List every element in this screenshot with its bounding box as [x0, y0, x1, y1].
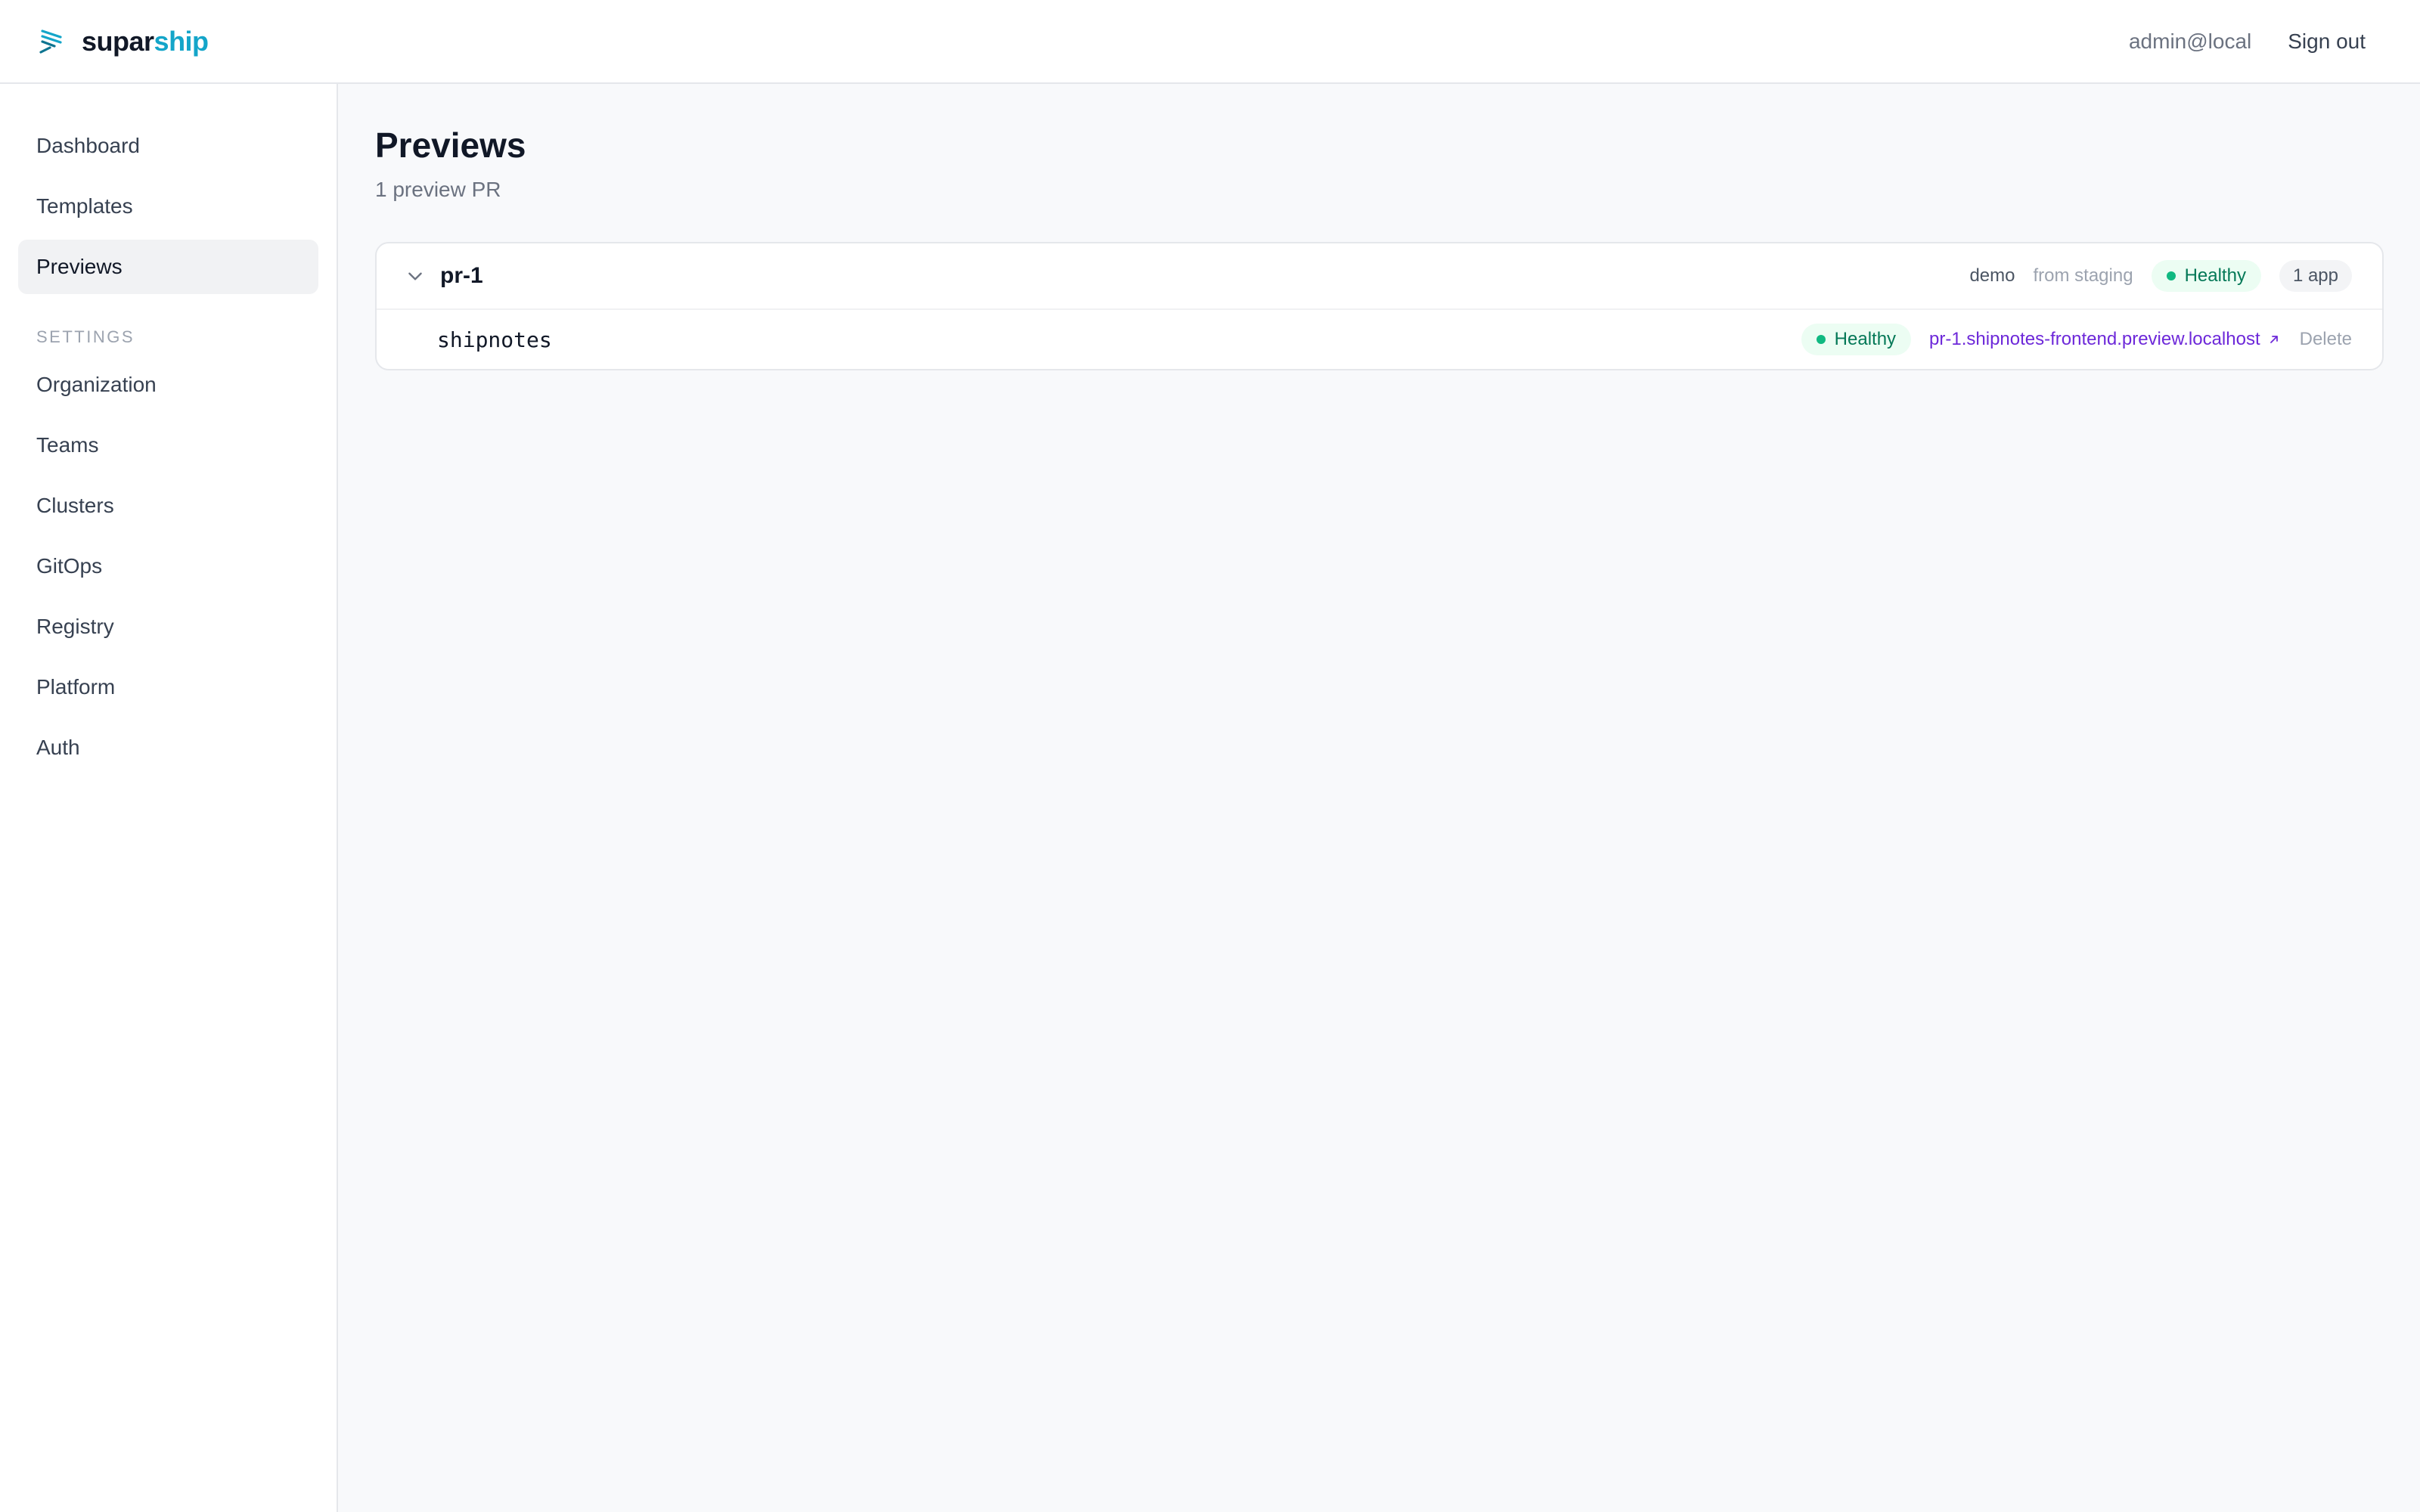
preview-pr-name: pr-1: [440, 263, 483, 288]
brand-name-part1: supar: [82, 25, 154, 57]
sidebar-item-teams[interactable]: Teams: [18, 418, 318, 472]
status-dot-icon: [1816, 335, 1826, 344]
app-status-badge: Healthy: [1801, 324, 1912, 355]
brand-name: suparship: [82, 25, 209, 57]
app-count-badge: 1 app: [2279, 260, 2352, 292]
sidebar-section-settings: SETTINGS: [36, 327, 135, 346]
sidebar-item-previews[interactable]: Previews: [18, 240, 318, 294]
delete-button[interactable]: Delete: [2300, 329, 2352, 350]
app-preview-link[interactable]: pr-1.shipnotes-frontend.preview.localhos…: [1929, 329, 2282, 350]
status-dot-icon: [2166, 271, 2176, 280]
app-actions: Healthy pr-1.shipnotes-frontend.preview.…: [1801, 324, 2352, 355]
sidebar-item-dashboard[interactable]: Dashboard: [18, 119, 318, 173]
chevron-down-icon[interactable]: [405, 266, 425, 286]
preview-app-row: shipnotes Healthy pr-1.shipnotes-fronten…: [377, 310, 2382, 369]
page-subtitle: 1 preview PR: [375, 178, 501, 201]
preview-pr-meta: demo from staging Healthy 1 app: [1969, 260, 2352, 292]
sidebar: Dashboard Templates Previews SETTINGS Or…: [0, 84, 338, 1512]
header-actions: admin@local Sign out: [2129, 29, 2382, 54]
app-preview-url: pr-1.shipnotes-frontend.preview.localhos…: [1929, 329, 2260, 349]
sign-out-button[interactable]: Sign out: [2288, 29, 2366, 54]
suparship-logo-icon: [39, 29, 62, 54]
preview-pr-row[interactable]: pr-1 demo from staging Healthy 1 app: [377, 243, 2382, 310]
preview-card: pr-1 demo from staging Healthy 1 app shi…: [375, 242, 2384, 370]
sidebar-item-organization[interactable]: Organization: [18, 358, 318, 412]
status-badge: Healthy: [2151, 260, 2261, 292]
main-content: Previews 1 preview PR pr-1 demo from sta…: [340, 84, 2420, 1512]
brand[interactable]: suparship: [38, 26, 209, 57]
sidebar-item-platform[interactable]: Platform: [18, 660, 318, 714]
preview-source: from staging: [2033, 265, 2133, 286]
brand-name-part2: ship: [154, 25, 209, 57]
top-bar: suparship admin@local Sign out: [0, 0, 2420, 84]
app-status-label: Healthy: [1834, 329, 1897, 349]
sidebar-item-registry[interactable]: Registry: [18, 600, 318, 654]
app-name: shipnotes: [437, 327, 552, 352]
page-title: Previews: [375, 125, 526, 165]
user-email: admin@local: [2128, 29, 2252, 53]
sidebar-item-auth[interactable]: Auth: [18, 720, 318, 775]
external-link-icon: [2270, 336, 2278, 343]
sidebar-item-templates[interactable]: Templates: [18, 179, 318, 234]
status-badge-label: Healthy: [2184, 265, 2246, 286]
sidebar-item-clusters[interactable]: Clusters: [18, 479, 318, 533]
preview-team: demo: [1969, 265, 2015, 286]
sidebar-item-gitops[interactable]: GitOps: [18, 539, 318, 593]
